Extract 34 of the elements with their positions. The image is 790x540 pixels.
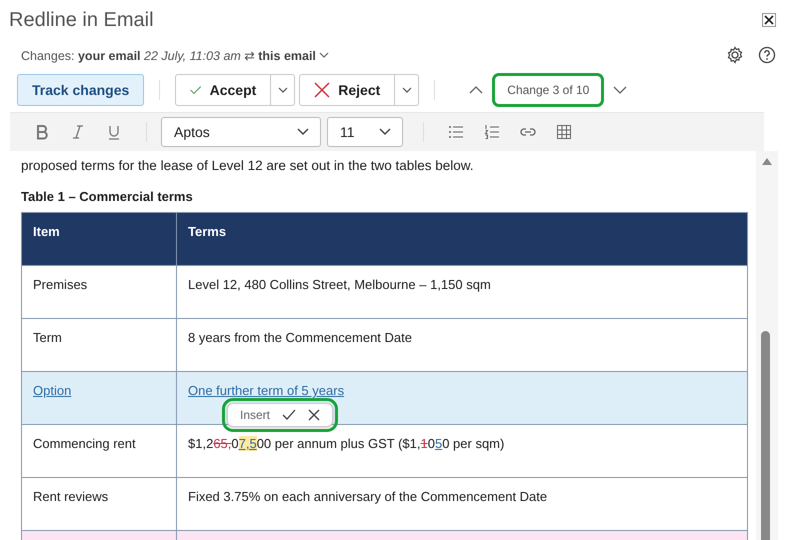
numbered-list-icon[interactable] bbox=[484, 124, 500, 140]
table-icon[interactable] bbox=[556, 124, 572, 140]
body-paragraph: proposed terms for the lease of Level 12 are set out in the two tables below. bbox=[21, 157, 475, 175]
scrollbar[interactable] bbox=[756, 151, 778, 540]
check-icon[interactable] bbox=[282, 409, 296, 421]
scrollbar-thumb[interactable] bbox=[761, 331, 770, 540]
table-title: Table 1 – Commercial terms bbox=[21, 189, 193, 204]
close-icon[interactable] bbox=[762, 13, 776, 27]
font-size-dropdown[interactable]: 11 bbox=[327, 117, 403, 147]
change-type-label: Insert bbox=[240, 407, 270, 423]
italic-icon[interactable] bbox=[70, 124, 86, 140]
help-icon[interactable] bbox=[758, 46, 776, 64]
settings-icon[interactable] bbox=[726, 46, 744, 64]
track-changes-button[interactable]: Track changes bbox=[17, 74, 144, 106]
reject-button[interactable]: Reject bbox=[299, 74, 396, 106]
table-cell: Premises bbox=[22, 266, 176, 318]
caret-icon[interactable] bbox=[318, 50, 329, 60]
changes-source-selector[interactable]: Changes: your email 22 July, 11:03 am ⇄ this email bbox=[21, 48, 316, 62]
table-cell: Level 12, 480 Collins Street, Melbourne – 1,150 sqm bbox=[176, 266, 748, 318]
table-cell: $1,265,07,500 per annum plus GST ($1,1050 per sqm) bbox=[176, 424, 748, 478]
column-header: Terms bbox=[176, 212, 748, 266]
table-cell: Commencing rent bbox=[22, 424, 176, 478]
accept-button[interactable]: Accept bbox=[175, 74, 272, 106]
change-counter: Change 3 of 10 bbox=[492, 73, 604, 107]
scroll-up-icon[interactable] bbox=[762, 157, 772, 165]
column-header: Item bbox=[22, 212, 176, 266]
close-icon bbox=[314, 82, 330, 98]
underline-icon[interactable] bbox=[106, 124, 122, 140]
bulleted-list-icon[interactable] bbox=[448, 124, 464, 140]
window-title: Redline in Email bbox=[9, 8, 154, 32]
changed-table-cell: Option bbox=[22, 372, 176, 424]
font-dropdown[interactable]: Aptos bbox=[161, 117, 321, 147]
close-icon[interactable] bbox=[308, 409, 320, 421]
bold-icon[interactable] bbox=[34, 124, 50, 140]
